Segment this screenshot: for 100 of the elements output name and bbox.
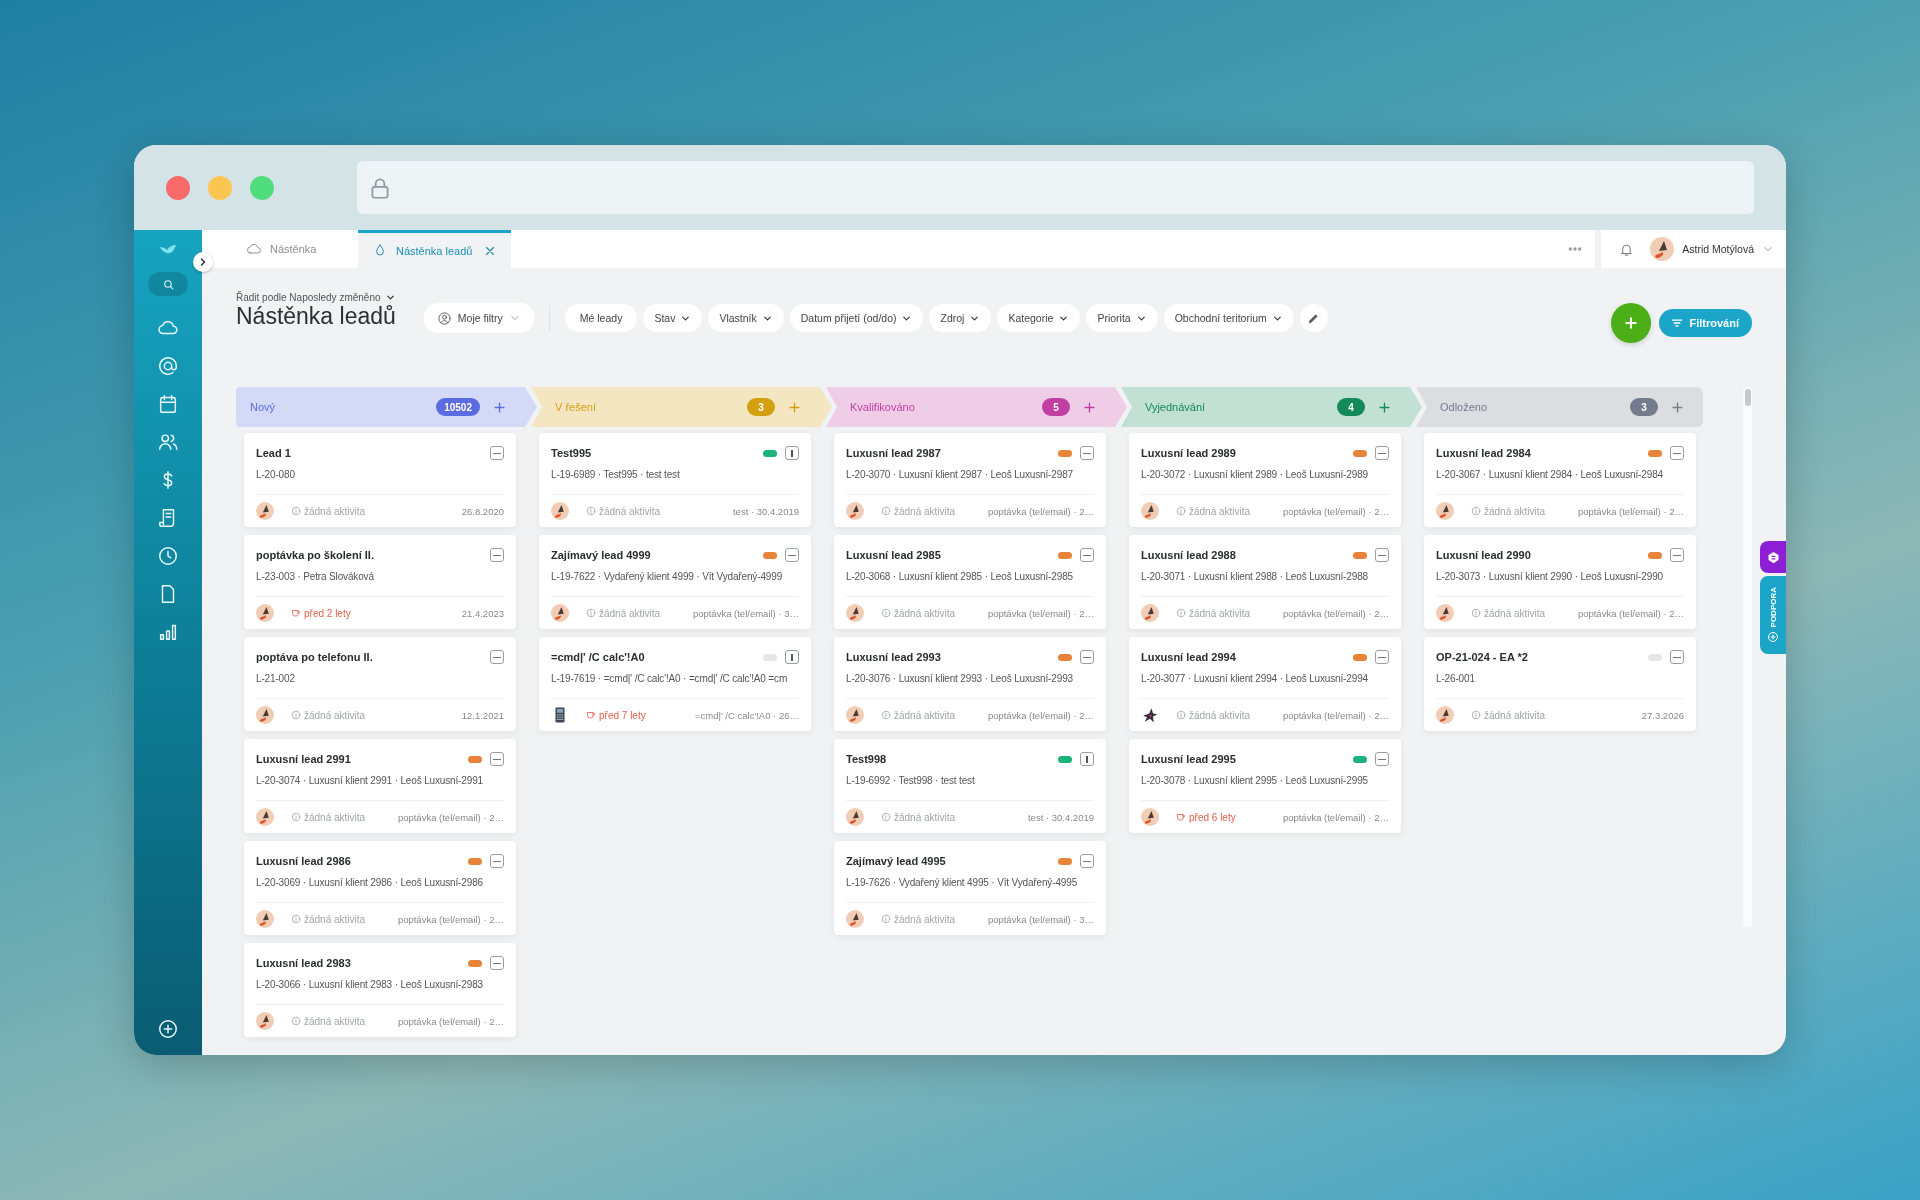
clock-icon[interactable]	[157, 545, 179, 567]
lead-card[interactable]: Test995 L-19-6989 · Test995 · test test žádná aktivita test · 30.4.2019	[539, 433, 811, 527]
alert-toggle[interactable]	[785, 650, 799, 664]
lead-meta: poptávka (tel/email) · 2…	[987, 709, 1094, 721]
saved-filters-dropdown[interactable]: Moje filtry	[423, 303, 534, 333]
collapse-toggle[interactable]	[1670, 548, 1684, 562]
collapse-toggle[interactable]	[785, 548, 799, 562]
collapse-toggle[interactable]	[490, 446, 504, 460]
filter-dropdown[interactable]: Zdroj	[929, 304, 992, 332]
cloud-icon	[246, 241, 262, 257]
lead-card[interactable]: Test998 L-19-6992 · Test998 · test test žádná aktivita test · 30.4.2019	[834, 739, 1106, 833]
collapse-toggle[interactable]	[1670, 650, 1684, 664]
collapse-toggle[interactable]	[1375, 446, 1389, 460]
filter-dropdown[interactable]: Vlastník	[708, 304, 784, 332]
alert-toggle[interactable]	[1080, 752, 1094, 766]
collapse-toggle[interactable]	[1375, 650, 1389, 664]
lead-details: L-20-3070 · Luxusní klient 2987 · Leoš Luxusní-2987	[846, 468, 1074, 482]
collapse-toggle[interactable]	[490, 650, 504, 664]
lead-card[interactable]: Zajímavý lead 4999 L-19-7622 · Vydařený klient 4999 · Vít Vydařený-4999 žádná aktivita poptávka (tel/email) · 3…	[539, 535, 811, 629]
user-menu[interactable]: Astrid Motýlová	[1650, 237, 1774, 261]
filter-dropdown[interactable]: Priorita	[1086, 304, 1158, 332]
info-icon	[291, 914, 301, 924]
scrollbar-thumb[interactable]	[1744, 389, 1751, 406]
people-icon[interactable]	[157, 431, 179, 453]
collapse-toggle[interactable]	[1080, 650, 1094, 664]
sort-dropdown[interactable]: Řadit podle Naposledy změněno	[236, 291, 396, 303]
info-icon	[1471, 608, 1481, 618]
lead-card[interactable]: Luxusní lead 2994 L-20-3077 · Luxusní klient 2994 · Leoš Luxusní-2994 žádná aktivita poptávka (tel/email) · 2…	[1129, 637, 1401, 731]
info-icon	[291, 506, 301, 516]
activity-status: žádná aktivita	[291, 709, 366, 721]
lead-details: L-19-7619 · =cmd|' /C calc'!A0 · =cmd|' /C calc'!A0 =cm	[551, 672, 789, 686]
lead-meta: poptávka (tel/email) · 2…	[1282, 505, 1389, 517]
avatar	[846, 910, 864, 928]
collapse-toggle[interactable]	[1375, 548, 1389, 562]
activity-status: žádná aktivita	[1471, 607, 1546, 619]
filter-dropdown[interactable]: Datum přijetí (od/do)	[789, 304, 924, 332]
collapse-toggle[interactable]	[490, 854, 504, 868]
lead-card[interactable]: Luxusní lead 2991 L-20-3074 · Luxusní klient 2991 · Leoš Luxusní-2991 žádná aktivita poptávka (tel/email) · 2…	[244, 739, 516, 833]
lead-card[interactable]: =cmd|' /C calc'!A0 L-19-7619 · =cmd|' /C calc'!A0 · =cmd|' /C calc'!A0 =cm před 7 lety =cmd|' /C calc'!A0 · 26…	[539, 637, 811, 731]
collapse-toggle[interactable]	[1375, 752, 1389, 766]
lead-card[interactable]: Luxusní lead 2987 L-20-3070 · Luxusní klient 2987 · Leoš Luxusní-2987 žádná aktivita poptávka (tel/email) · 2…	[834, 433, 1106, 527]
add-circle-icon[interactable]	[157, 1018, 179, 1040]
search-button[interactable]	[148, 272, 188, 296]
avatar	[846, 706, 864, 724]
lead-meta: poptávka (tel/email) · 2…	[397, 811, 504, 823]
collapse-toggle[interactable]	[1670, 446, 1684, 460]
lead-card[interactable]: Lead 1 L-20-080 žádná aktivita 26.8.2020	[244, 433, 516, 527]
add-lead-button[interactable]	[1611, 303, 1652, 343]
lead-card[interactable]: Luxusní lead 2988 L-20-3071 · Luxusní klient 2988 · Leoš Luxusní-2988 žádná aktivita poptávka (tel/email) · 2…	[1129, 535, 1401, 629]
lead-meta: 27.3.2026	[1641, 709, 1684, 721]
edit-filters-button[interactable]	[1299, 304, 1328, 332]
collapse-toggle[interactable]	[490, 752, 504, 766]
lead-card[interactable]: OP-21-024 - EA *2 L-26-001 žádná aktivita 27.3.2026	[1424, 637, 1696, 731]
lead-meta: poptávka (tel/email) · 2…	[987, 607, 1094, 619]
lead-card[interactable]: Luxusní lead 2984 L-20-3067 · Luxusní klient 2984 · Leoš Luxusní-2984 žádná aktivita poptávka (tel/email) · 2…	[1424, 433, 1696, 527]
lead-title: Zajímavý lead 4995	[846, 855, 947, 867]
add-icon[interactable]	[1377, 399, 1392, 415]
calendar-icon[interactable]	[157, 393, 179, 415]
filter-dropdown[interactable]: Kategorie	[997, 304, 1081, 332]
collapse-toggle[interactable]	[1080, 548, 1094, 562]
lead-title: Luxusní lead 2985	[846, 549, 942, 561]
avatar	[1436, 706, 1454, 724]
collapse-toggle[interactable]	[1080, 446, 1094, 460]
lead-card[interactable]: Zajímavý lead 4995 L-19-7626 · Vydařený klient 4995 · Vít Vydařený-4995 žádná aktivita poptávka (tel/email) · 3…	[834, 841, 1106, 935]
column-header: Vyjednávání 4	[1121, 387, 1422, 427]
add-icon[interactable]	[1082, 399, 1097, 415]
scrollbar[interactable]	[1743, 387, 1752, 927]
alert-toggle[interactable]	[785, 446, 799, 460]
support-widget-button[interactable]	[1760, 541, 1786, 573]
collapse-toggle[interactable]	[490, 956, 504, 970]
filter-dropdown[interactable]: Obchodní teritorium	[1163, 304, 1294, 332]
lead-title: Luxusní lead 2988	[1141, 549, 1237, 561]
bell-icon[interactable]	[1619, 241, 1635, 257]
add-icon[interactable]	[492, 399, 507, 415]
lead-card[interactable]: Luxusní lead 2989 L-20-3072 · Luxusní klient 2989 · Leoš Luxusní-2989 žádná aktivita poptávka (tel/email) · 2…	[1129, 433, 1401, 527]
collapse-toggle[interactable]	[490, 548, 504, 562]
lead-card[interactable]: Luxusní lead 2985 L-20-3068 · Luxusní klient 2985 · Leoš Luxusní-2985 žádná aktivita poptávka (tel/email) · 2…	[834, 535, 1106, 629]
activity-status: žádná aktivita	[1176, 709, 1251, 721]
lead-card[interactable]: Luxusní lead 2983 L-20-3066 · Luxusní klient 2983 · Leoš Luxusní-2983 žádná aktivita poptávka (tel/email) · 2…	[244, 943, 516, 1037]
add-icon[interactable]	[1670, 399, 1685, 415]
count-badge: 5	[1042, 398, 1070, 416]
at-sign-icon[interactable]	[157, 355, 179, 377]
count-badge: 10502	[436, 398, 480, 416]
lead-card[interactable]: poptáva po telefonu II. L-21-002 žádná aktivita 12.1.2021	[244, 637, 516, 731]
filter-chip[interactable]: Mé leady	[564, 304, 638, 332]
filter-dropdown[interactable]: Stav	[643, 304, 703, 332]
lead-details: L-20-3069 · Luxusní klient 2986 · Leoš Luxusní-2986	[256, 876, 484, 890]
info-icon	[881, 710, 891, 720]
info-icon	[881, 812, 891, 822]
lead-title: poptávka po školení II.	[256, 549, 375, 561]
lead-card[interactable]: Luxusní lead 2993 L-20-3076 · Luxusní klient 2993 · Leoš Luxusní-2993 žádná aktivita poptávka (tel/email) · 2…	[834, 637, 1106, 731]
activity-status: žádná aktivita	[881, 505, 956, 517]
lead-card[interactable]: Luxusní lead 2995 L-20-3078 · Luxusní klient 2995 · Leoš Luxusní-2995 před 6 lety poptávka (tel/email) · 2…	[1129, 739, 1401, 833]
activity-status: žádná aktivita	[291, 505, 366, 517]
lead-details: L-19-6989 · Test995 · test test	[551, 468, 681, 482]
column-header: V řešení 3	[531, 387, 832, 427]
collapse-toggle[interactable]	[1080, 854, 1094, 868]
lead-card[interactable]: Luxusní lead 2986 L-20-3069 · Luxusní klient 2986 · Leoš Luxusní-2986 žádná aktivita poptávka (tel/email) · 2…	[244, 841, 516, 935]
lead-card[interactable]: poptávka po školení II. L-23-003 · Petra Slováková před 2 lety 21.4.2023	[244, 535, 516, 629]
lead-card[interactable]: Luxusní lead 2990 L-20-3073 · Luxusní klient 2990 · Leoš Luxusní-2990 žádná aktivita poptávka (tel/email) · 2…	[1424, 535, 1696, 629]
